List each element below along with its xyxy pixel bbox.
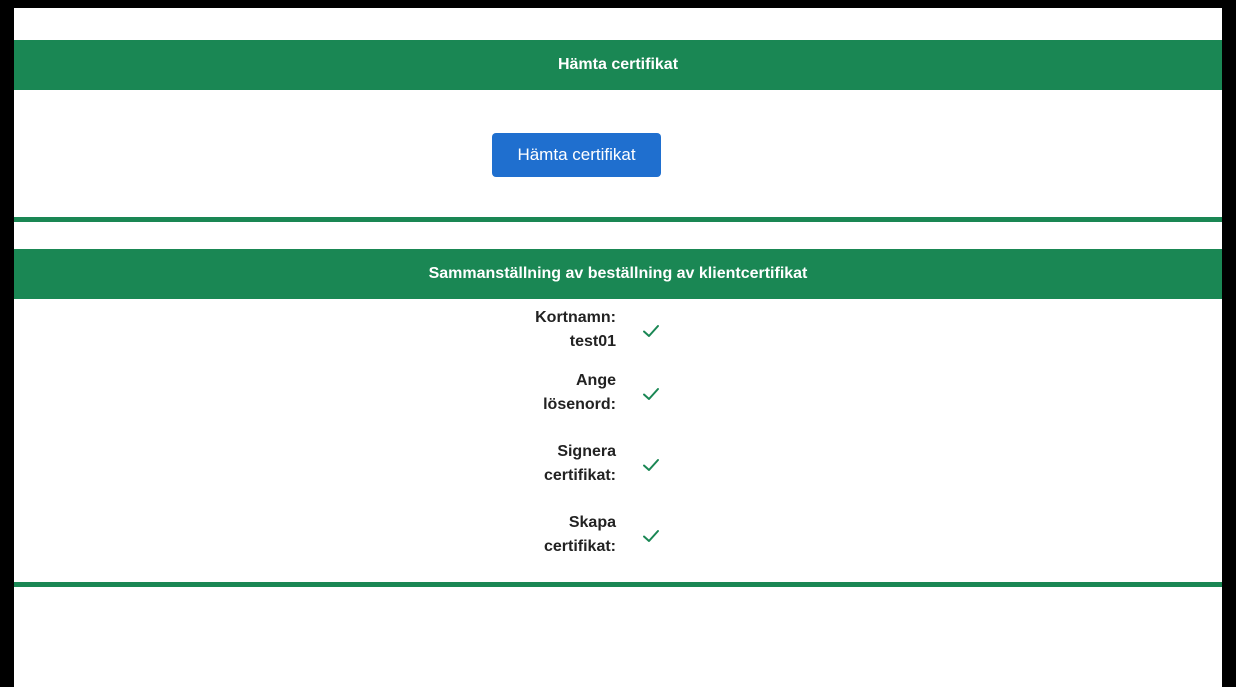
summary-row: Ange lösenord:: [14, 369, 1222, 421]
download-panel-header: Hämta certifikat: [14, 40, 1222, 90]
summary-row-label-line: Skapa: [568, 514, 616, 531]
summary-row-label-line: certifikat:: [543, 538, 616, 555]
summary-row-label-line: lösenord:: [543, 396, 616, 413]
summary-row-label: Skapa certifikat:: [456, 511, 616, 559]
check-icon: [643, 530, 659, 542]
summary-row-label: Signera certifikat:: [456, 440, 616, 488]
summary-row-label-line: test01: [569, 333, 616, 350]
summary-row-label-line: Signera: [557, 443, 616, 460]
check-icon: [643, 459, 659, 471]
download-panel-title: Hämta certifikat: [557, 56, 679, 73]
check-icon: [643, 388, 659, 400]
summary-row-label-line: Ange: [576, 372, 616, 389]
divider: [14, 582, 1222, 587]
summary-row: Kortnamn: test01: [14, 306, 1222, 358]
page-frame: Hämta certifikat Hämta certifikat Samman…: [0, 0, 1236, 687]
summary-row-label-line: Kortnamn:: [535, 309, 616, 326]
summary-panel-header: Sammanställning av beställning av klient…: [14, 249, 1222, 299]
check-icon: [643, 325, 659, 337]
summary-panel-title: Sammanställning av beställning av klient…: [428, 265, 808, 282]
summary-row-label: Kortnamn: test01: [456, 306, 616, 354]
summary-row-label: Ange lösenord:: [456, 369, 616, 417]
summary-row-label-line: certifikat:: [543, 467, 616, 484]
summary-row: Skapa certifikat:: [14, 511, 1222, 563]
summary-row: Signera certifikat:: [14, 440, 1222, 492]
download-certificate-button[interactable]: Hämta certifikat: [492, 133, 661, 177]
divider: [14, 217, 1222, 222]
